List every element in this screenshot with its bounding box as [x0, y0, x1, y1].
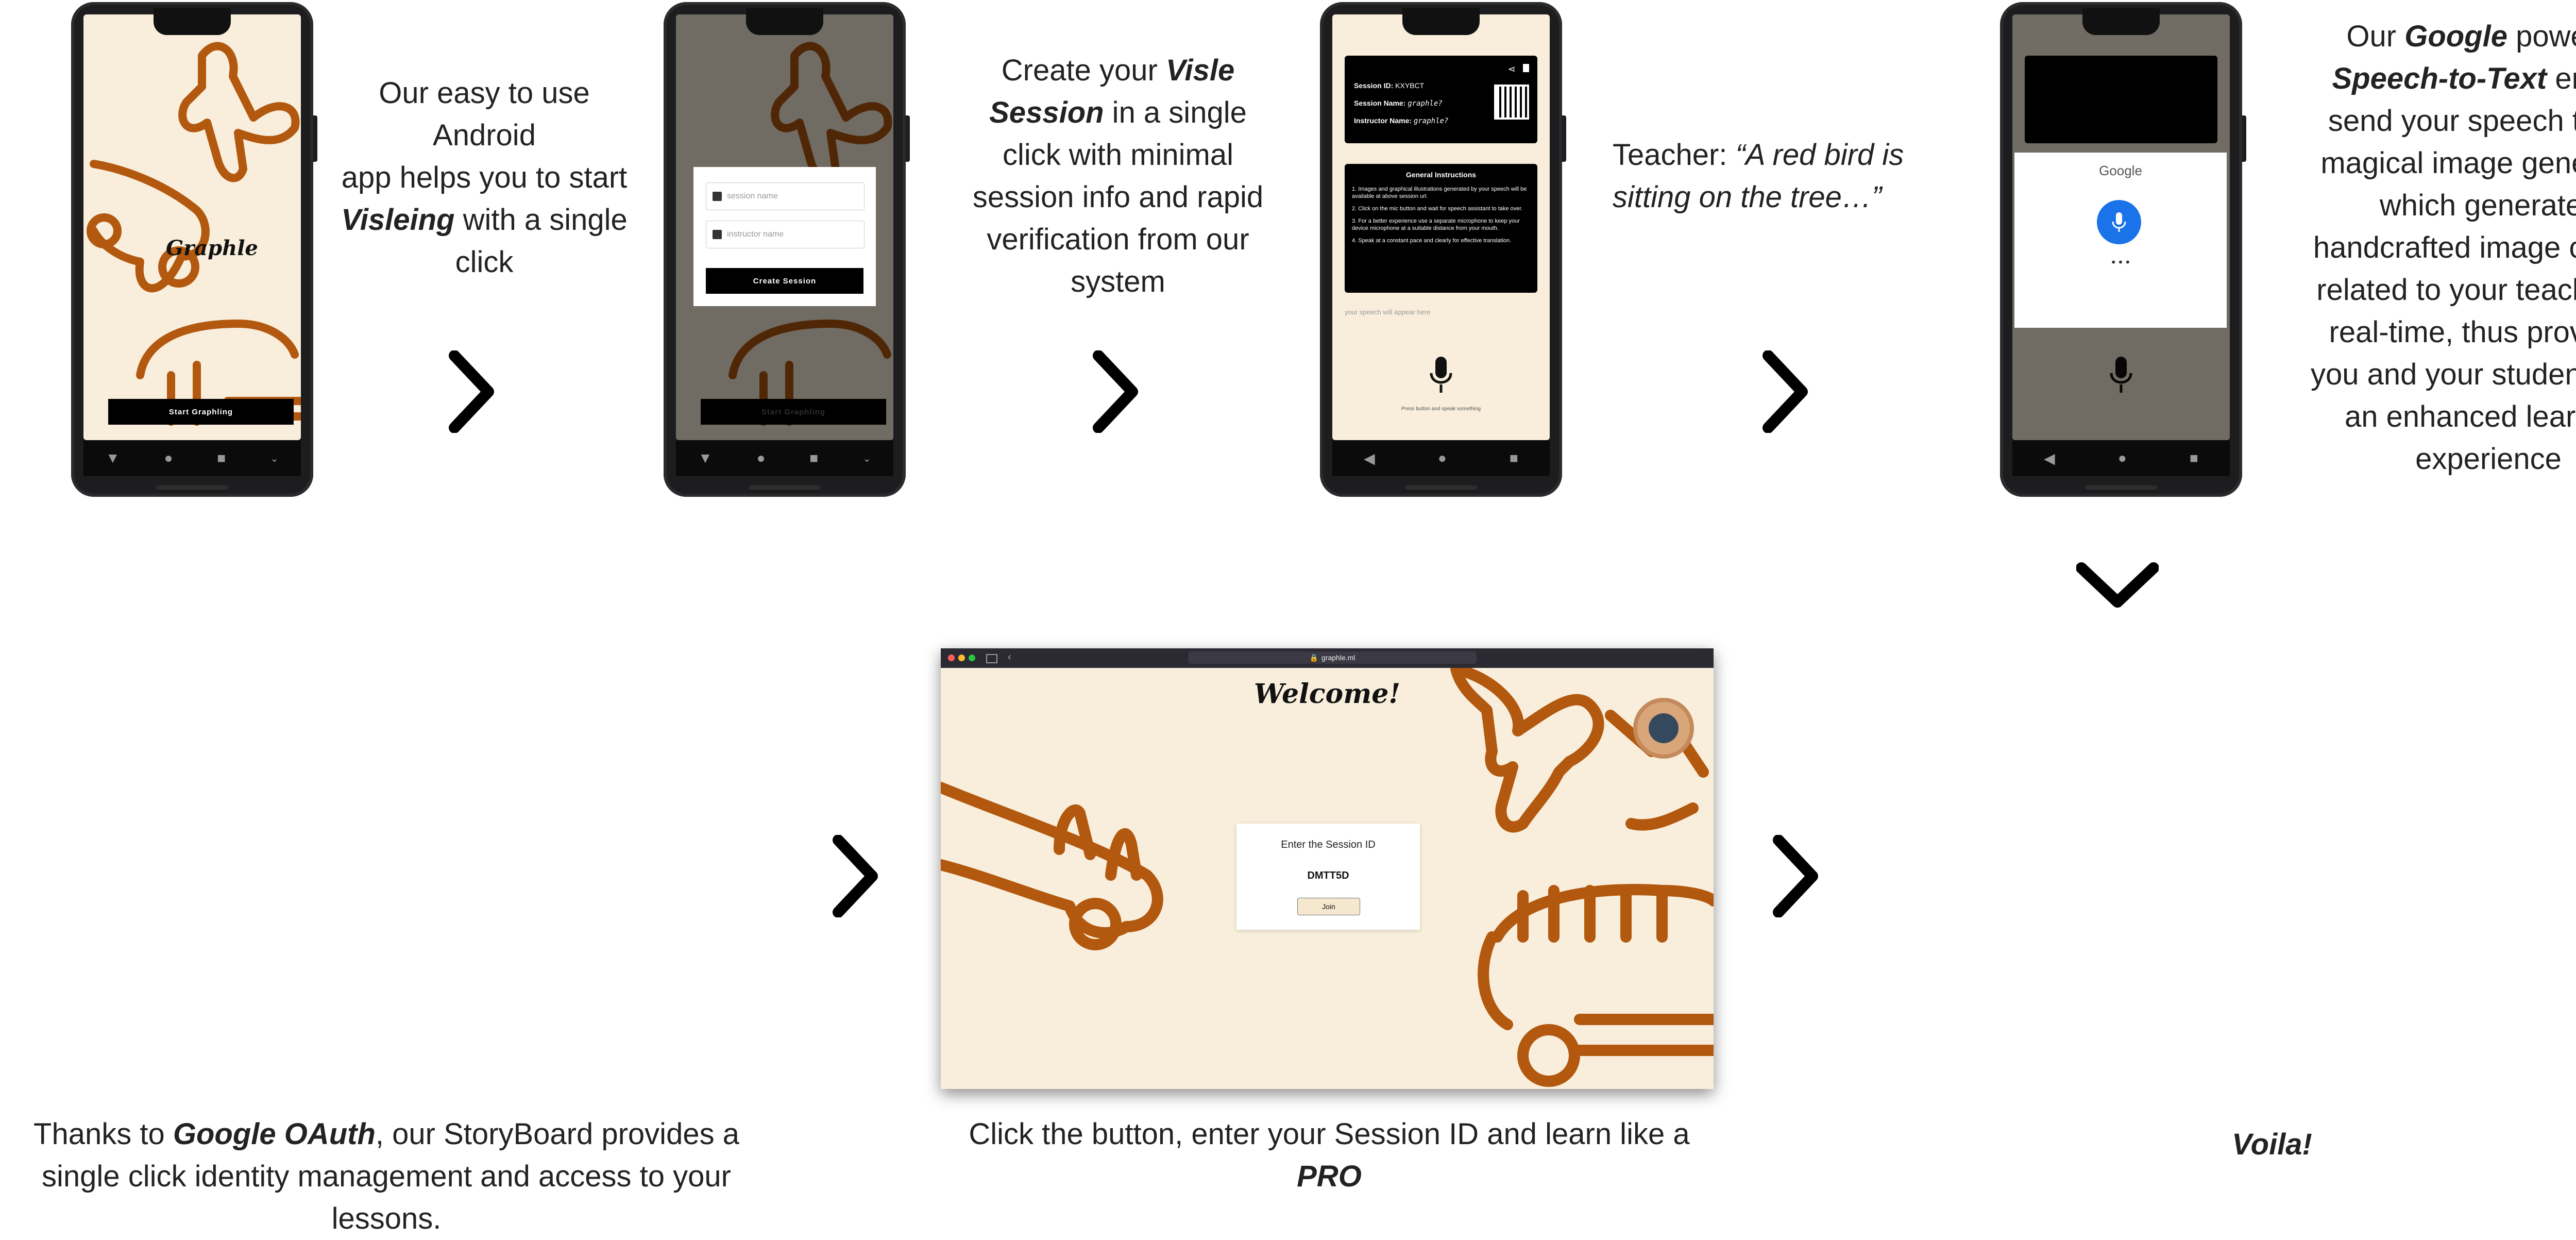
lock-icon: 🔒: [1309, 653, 1319, 662]
person-icon: [713, 230, 722, 239]
microphone-icon[interactable]: [1428, 355, 1454, 396]
android-navbar: ◀ ● ■: [2012, 440, 2230, 476]
google-label: Google: [2099, 163, 2142, 178]
android-navbar: ◀ ● ■: [1332, 440, 1550, 476]
phone-step1: Graphle Start Graphling ▼ ● ■ ⌄: [71, 2, 317, 497]
doodle-background: [87, 42, 301, 426]
qr-code-icon: [1494, 85, 1529, 120]
phone-step1-screen: Graphle Start Graphling: [83, 14, 301, 440]
delete-icon[interactable]: [1523, 64, 1529, 72]
session-info-card: [2025, 56, 2217, 143]
phone-step2: Start Graphling session name instructor …: [664, 2, 910, 497]
instructions-card: General Instructions 1. Images and graph…: [1345, 164, 1537, 293]
maximize-window-button[interactable]: [969, 655, 975, 661]
caption-step1: Our easy to use Android app helps you to…: [341, 76, 628, 279]
session-icon: [713, 192, 722, 201]
caption-step4: Our Google powered Speech-to-Text engine…: [2311, 20, 2576, 476]
instructor-name-field[interactable]: instructor name: [706, 221, 865, 248]
google-mic-button[interactable]: [2097, 200, 2141, 244]
caption-web: Click the button, enter your Session ID …: [969, 1117, 1690, 1193]
create-session-dialog: session name instructor name Create Sess…: [693, 167, 876, 306]
chevron-right-icon: [833, 835, 878, 917]
share-icon[interactable]: ⋖: [1508, 64, 1516, 75]
session-join-card: Enter the Session ID DMTT5D Join: [1236, 824, 1420, 930]
sidebar-icon[interactable]: [986, 654, 997, 663]
chevron-right-icon: [1093, 350, 1138, 433]
caption-step2: Create your Visle Session in a single cl…: [972, 54, 1264, 298]
chevron-down-icon: [2076, 562, 2159, 608]
back-icon[interactable]: ‹: [1008, 651, 1011, 663]
phone-step3: Session ID: KXYBCT Session Name: graphle…: [1320, 2, 1566, 497]
chevron-right-icon: [1762, 350, 1808, 433]
app-logo: Graphle: [166, 236, 258, 260]
android-navbar: ▼ ● ■ ⌄: [83, 440, 301, 476]
welcome-title: Welcome!: [1253, 678, 1401, 710]
chevron-right-icon: [449, 350, 494, 433]
listening-indicator: • • •: [2111, 256, 2130, 269]
session-name-field[interactable]: session name: [706, 182, 865, 210]
caption-voila: Voila!: [2232, 1128, 2312, 1161]
avatar[interactable]: [1633, 698, 1694, 759]
join-button[interactable]: Join: [1297, 898, 1360, 915]
create-session-button[interactable]: Create Session: [706, 268, 863, 294]
google-speech-dialog: Google • • •: [2014, 153, 2227, 328]
caption-step3: Teacher: “A red bird is sitting on the t…: [1613, 138, 1904, 214]
start-graphling-button[interactable]: Start Graphling: [108, 399, 294, 425]
close-window-button[interactable]: [948, 655, 955, 661]
session-prompt: Enter the Session ID: [1281, 839, 1376, 850]
chevron-right-icon: [1773, 835, 1818, 917]
browser-window: ‹ 🔒 graphle.ml Welcome! Enter the Sessio…: [941, 648, 1714, 1089]
session-id-input[interactable]: DMTT5D: [1302, 868, 1354, 883]
address-bar[interactable]: 🔒 graphle.ml: [1188, 651, 1477, 664]
mic-hint: Press button and speak something: [1401, 406, 1481, 412]
phone-step3-screen: Session ID: KXYBCT Session Name: graphle…: [1332, 14, 1550, 440]
browser-toolbar: ‹ 🔒 graphle.ml: [941, 648, 1714, 668]
start-graphling-button-bg: Start Graphling: [701, 399, 886, 425]
android-navbar: ▼ ● ■ ⌄: [676, 440, 893, 476]
microphone-icon: [2112, 212, 2126, 232]
session-info-card: Session ID: KXYBCT Session Name: graphle…: [1345, 56, 1537, 143]
speech-output: your speech will appear here: [1345, 308, 1431, 316]
minimize-window-button[interactable]: [958, 655, 965, 661]
caption-oauth: Thanks to Google OAuth, our StoryBoard p…: [33, 1117, 739, 1235]
phone-step4: Google • • • ◀ ● ■: [2000, 2, 2246, 497]
microphone-icon: [2110, 357, 2132, 393]
